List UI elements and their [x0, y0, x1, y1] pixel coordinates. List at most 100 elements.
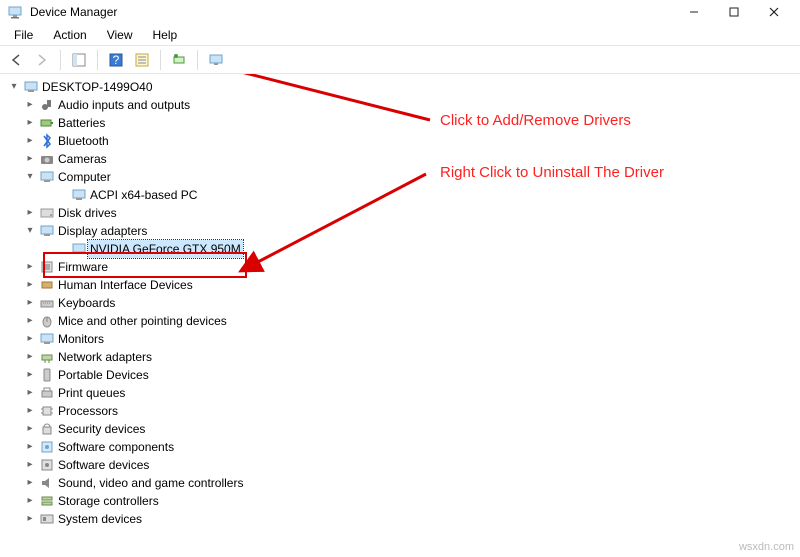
category-icon	[38, 169, 56, 185]
tree-category-label: Monitors	[56, 330, 106, 348]
app-icon	[6, 4, 24, 20]
chevron-down-icon[interactable]: ▾	[22, 168, 38, 186]
chevron-right-icon[interactable]: ▸	[22, 402, 38, 420]
category-icon	[38, 457, 56, 473]
tree-category[interactable]: ▸Portable Devices	[0, 366, 800, 384]
tree-category[interactable]: ▸ Monitors	[0, 330, 800, 348]
chevron-down-icon[interactable]: ▾	[6, 78, 22, 96]
tree-category[interactable]: ▸ Software devices	[0, 456, 800, 474]
menu-view[interactable]: View	[97, 26, 143, 44]
chevron-right-icon[interactable]: ▸	[22, 366, 38, 384]
window-title: Device Manager	[30, 5, 668, 19]
back-button[interactable]	[4, 48, 28, 72]
tree-category[interactable]: ▾ Display adapters	[0, 222, 800, 240]
properties-button[interactable]	[130, 48, 154, 72]
category-icon	[38, 331, 56, 347]
tree-category[interactable]: ▸Keyboards	[0, 294, 800, 312]
chevron-right-icon[interactable]: ▸	[22, 348, 38, 366]
menu-help[interactable]: Help	[143, 26, 188, 44]
category-icon	[38, 115, 56, 131]
chevron-right-icon[interactable]: ▸	[22, 114, 38, 132]
tree-category[interactable]: ▸ Software components	[0, 438, 800, 456]
tree-category[interactable]: ▸Audio inputs and outputs	[0, 96, 800, 114]
category-icon	[38, 493, 56, 509]
help-button[interactable]: ?	[104, 48, 128, 72]
chevron-right-icon[interactable]: ▸	[22, 438, 38, 456]
tree-root-label: DESKTOP-1499O40	[40, 78, 155, 96]
device-icon	[70, 187, 88, 203]
chevron-right-icon[interactable]: ▸	[22, 312, 38, 330]
device-tree[interactable]: ▾ DESKTOP-1499O40▸Audio inputs and output…	[0, 74, 800, 532]
chevron-right-icon[interactable]: ▸	[22, 132, 38, 150]
category-icon	[38, 205, 56, 221]
tree-category[interactable]: ▸ Cameras	[0, 150, 800, 168]
chevron-right-icon[interactable]: ▸	[22, 492, 38, 510]
tree-category-label: Storage controllers	[56, 492, 161, 510]
watermark: wsxdn.com	[739, 541, 794, 553]
tree-root[interactable]: ▾ DESKTOP-1499O40	[0, 78, 800, 96]
minimize-button[interactable]	[674, 1, 714, 23]
tree-device[interactable]: NVIDIA GeForce GTX 950M	[0, 240, 800, 258]
tree-category[interactable]: ▸ Human Interface Devices	[0, 276, 800, 294]
tree-category-label: Display adapters	[56, 222, 149, 240]
monitor-button[interactable]	[204, 48, 228, 72]
tree-category-label: Human Interface Devices	[56, 276, 195, 294]
tree-category-label: Processors	[56, 402, 120, 420]
chevron-right-icon[interactable]: ▸	[22, 474, 38, 492]
titlebar: Device Manager	[0, 0, 800, 24]
tree-category[interactable]: ▸System devices	[0, 510, 800, 528]
tree-category[interactable]: ▸ Bluetooth	[0, 132, 800, 150]
tree-category-label: Batteries	[56, 114, 107, 132]
chevron-right-icon[interactable]: ▸	[22, 456, 38, 474]
tree-category[interactable]: ▸ Batteries	[0, 114, 800, 132]
tree-category-label: Security devices	[56, 420, 147, 438]
tree-category[interactable]: ▸Network adapters	[0, 348, 800, 366]
chevron-right-icon[interactable]: ▸	[22, 150, 38, 168]
category-icon	[38, 133, 56, 149]
tree-category-label: Bluetooth	[56, 132, 111, 150]
tree-category-label: Cameras	[56, 150, 109, 168]
toolbar-separator	[197, 50, 198, 70]
forward-button[interactable]	[30, 48, 54, 72]
chevron-right-icon[interactable]: ▸	[22, 96, 38, 114]
window-controls	[674, 1, 794, 23]
chevron-right-icon[interactable]: ▸	[22, 276, 38, 294]
tree-category-label: Software devices	[56, 456, 151, 474]
chevron-right-icon[interactable]: ▸	[22, 384, 38, 402]
tree-device[interactable]: ACPI x64-based PC	[0, 186, 800, 204]
tree-category[interactable]: ▸Firmware	[0, 258, 800, 276]
chevron-right-icon[interactable]: ▸	[22, 420, 38, 438]
category-icon	[38, 421, 56, 437]
category-icon	[38, 403, 56, 419]
tree-category[interactable]: ▸Mice and other pointing devices	[0, 312, 800, 330]
menu-file[interactable]: File	[4, 26, 43, 44]
tree-category[interactable]: ▸Print queues	[0, 384, 800, 402]
tree-category[interactable]: ▸Sound, video and game controllers	[0, 474, 800, 492]
close-button[interactable]	[754, 1, 794, 23]
chevron-right-icon[interactable]: ▸	[22, 330, 38, 348]
chevron-right-icon[interactable]: ▸	[22, 510, 38, 528]
scan-hardware-button[interactable]	[167, 48, 191, 72]
category-icon	[38, 439, 56, 455]
tree-device-label: ACPI x64-based PC	[88, 186, 199, 204]
maximize-button[interactable]	[714, 1, 754, 23]
category-icon	[38, 277, 56, 293]
toolbar: ?	[0, 46, 800, 74]
tree-category[interactable]: ▸ Security devices	[0, 420, 800, 438]
chevron-right-icon[interactable]: ▸	[22, 204, 38, 222]
chevron-right-icon[interactable]: ▸	[22, 294, 38, 312]
chevron-down-icon[interactable]: ▾	[22, 222, 38, 240]
tree-category-label: Software components	[56, 438, 176, 456]
show-hide-console-tree-button[interactable]	[67, 48, 91, 72]
tree-category-label: Disk drives	[56, 204, 119, 222]
tree-device-label: NVIDIA GeForce GTX 950M	[88, 240, 243, 258]
category-icon	[38, 259, 56, 275]
chevron-right-icon[interactable]: ▸	[22, 258, 38, 276]
toolbar-separator	[160, 50, 161, 70]
tree-category[interactable]: ▸ Storage controllers	[0, 492, 800, 510]
tree-category[interactable]: ▸ Processors	[0, 402, 800, 420]
category-icon	[38, 313, 56, 329]
menu-action[interactable]: Action	[43, 26, 96, 44]
tree-category[interactable]: ▾Computer	[0, 168, 800, 186]
tree-category[interactable]: ▸ Disk drives	[0, 204, 800, 222]
